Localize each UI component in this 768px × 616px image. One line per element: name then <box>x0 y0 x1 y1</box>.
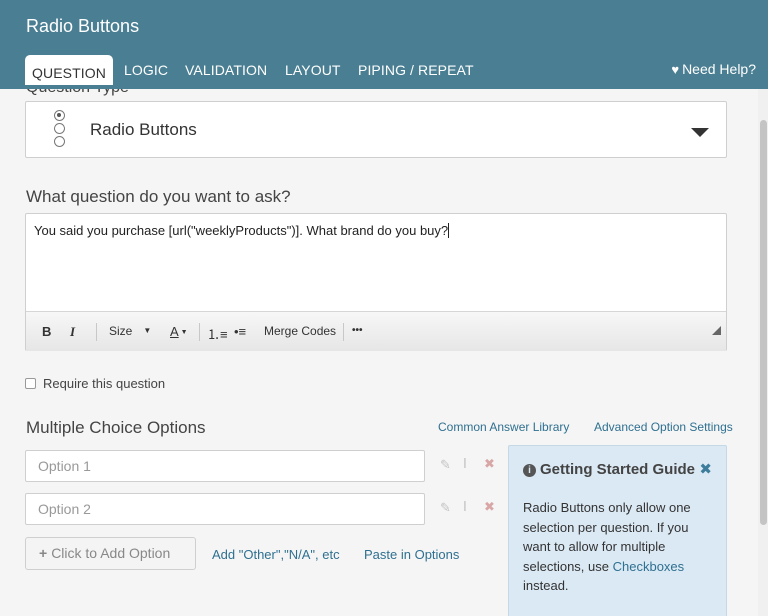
text-cursor <box>448 223 450 238</box>
question-text-value: You said you purchase [url("weeklyProduc… <box>34 223 449 238</box>
caret-down-icon: ▼ <box>143 326 152 335</box>
caret-down-icon: ▼ <box>180 329 188 336</box>
text-cursor-icon[interactable]: Ⅰ <box>463 499 467 515</box>
add-option-button[interactable]: + Click to Add Option <box>25 537 196 570</box>
tab-validation[interactable]: VALIDATION <box>185 62 267 78</box>
add-option-label: Click to Add Option <box>51 545 171 561</box>
toolbar-separator <box>199 323 200 341</box>
info-icon: i <box>523 464 536 477</box>
font-color-icon: A <box>170 324 179 339</box>
close-icon[interactable]: ✖ <box>699 460 712 478</box>
multiple-choice-label: Multiple Choice Options <box>26 418 206 437</box>
advanced-option-settings-link[interactable]: Advanced Option Settings <box>594 420 733 434</box>
merge-codes-button[interactable]: Merge Codes <box>264 324 336 338</box>
tab-logic[interactable]: LOGIC <box>124 62 168 78</box>
resize-handle-icon[interactable] <box>712 326 721 335</box>
add-other-link[interactable]: Add "Other","N/A", etc <box>212 547 340 562</box>
require-question-label: Require this question <box>43 376 166 391</box>
header-bar: Radio Buttons QUESTION LOGIC VALIDATION … <box>0 0 768 89</box>
size-label: Size <box>109 324 133 338</box>
editor-toolbar: B I Size ▼ A ▼ ⒈≡ •≡ Merge Codes ••• <box>26 311 726 351</box>
guide-body-text-end: instead. <box>523 578 569 593</box>
checkboxes-link[interactable]: Checkboxes <box>613 559 685 574</box>
need-help-label: Need Help? <box>682 61 756 77</box>
toolbar-separator <box>343 323 344 341</box>
need-help-link[interactable]: ♥ Need Help? <box>671 61 756 77</box>
text-cursor-icon[interactable]: Ⅰ <box>463 456 467 472</box>
bold-button[interactable]: B <box>42 324 51 339</box>
heart-icon: ♥ <box>671 62 680 77</box>
scrollbar-thumb[interactable] <box>760 120 767 525</box>
radio-buttons-icon <box>54 110 68 152</box>
page-title: Radio Buttons <box>26 16 140 36</box>
pencil-icon[interactable]: ✎ <box>440 500 451 516</box>
chevron-down-icon[interactable] <box>691 128 709 137</box>
size-dropdown[interactable]: Size ▼ <box>109 324 151 338</box>
italic-button[interactable]: I <box>70 324 75 340</box>
question-text-editor[interactable]: You said you purchase [url("weeklyProduc… <box>25 213 727 351</box>
tab-layout[interactable]: LAYOUT <box>285 62 341 78</box>
common-answer-library-link[interactable]: Common Answer Library <box>438 420 569 434</box>
delete-icon[interactable]: ✖ <box>484 499 495 515</box>
require-question-checkbox[interactable]: Require this question <box>25 376 165 391</box>
tab-question[interactable]: QUESTION <box>25 55 113 85</box>
checkbox-icon[interactable] <box>25 378 36 389</box>
question-text-content[interactable]: You said you purchase [url("weeklyProduc… <box>34 223 450 238</box>
question-type-label: Question Type <box>26 89 129 97</box>
more-options-icon[interactable]: ••• <box>352 325 363 336</box>
delete-icon[interactable]: ✖ <box>484 456 495 472</box>
question-editor-panel: Question Type Radio Buttons What questio… <box>0 89 758 616</box>
getting-started-guide: i Getting Started Guide ✖ Radio Buttons o… <box>508 445 727 616</box>
toolbar-separator <box>96 323 97 341</box>
pencil-icon[interactable]: ✎ <box>440 457 451 473</box>
tab-piping-repeat[interactable]: PIPING / REPEAT <box>358 62 474 78</box>
numbered-list-icon[interactable]: ⒈≡ <box>207 324 228 343</box>
guide-title-text: Getting Started Guide <box>540 461 696 478</box>
option-1-input[interactable]: Option 1 <box>25 450 425 482</box>
plus-icon: + <box>39 545 48 561</box>
question-type-value: Radio Buttons <box>90 120 197 139</box>
guide-title: i Getting Started Guide <box>523 461 695 478</box>
bulleted-list-icon[interactable]: •≡ <box>234 324 246 339</box>
guide-body: Radio Buttons only allow one selection p… <box>523 498 715 596</box>
option-2-input[interactable]: Option 2 <box>25 493 425 525</box>
paste-options-link[interactable]: Paste in Options <box>364 547 459 562</box>
question-type-select[interactable]: Radio Buttons <box>25 101 727 158</box>
font-color-button[interactable]: A ▼ <box>170 324 188 339</box>
question-text-label: What question do you want to ask? <box>26 187 291 206</box>
